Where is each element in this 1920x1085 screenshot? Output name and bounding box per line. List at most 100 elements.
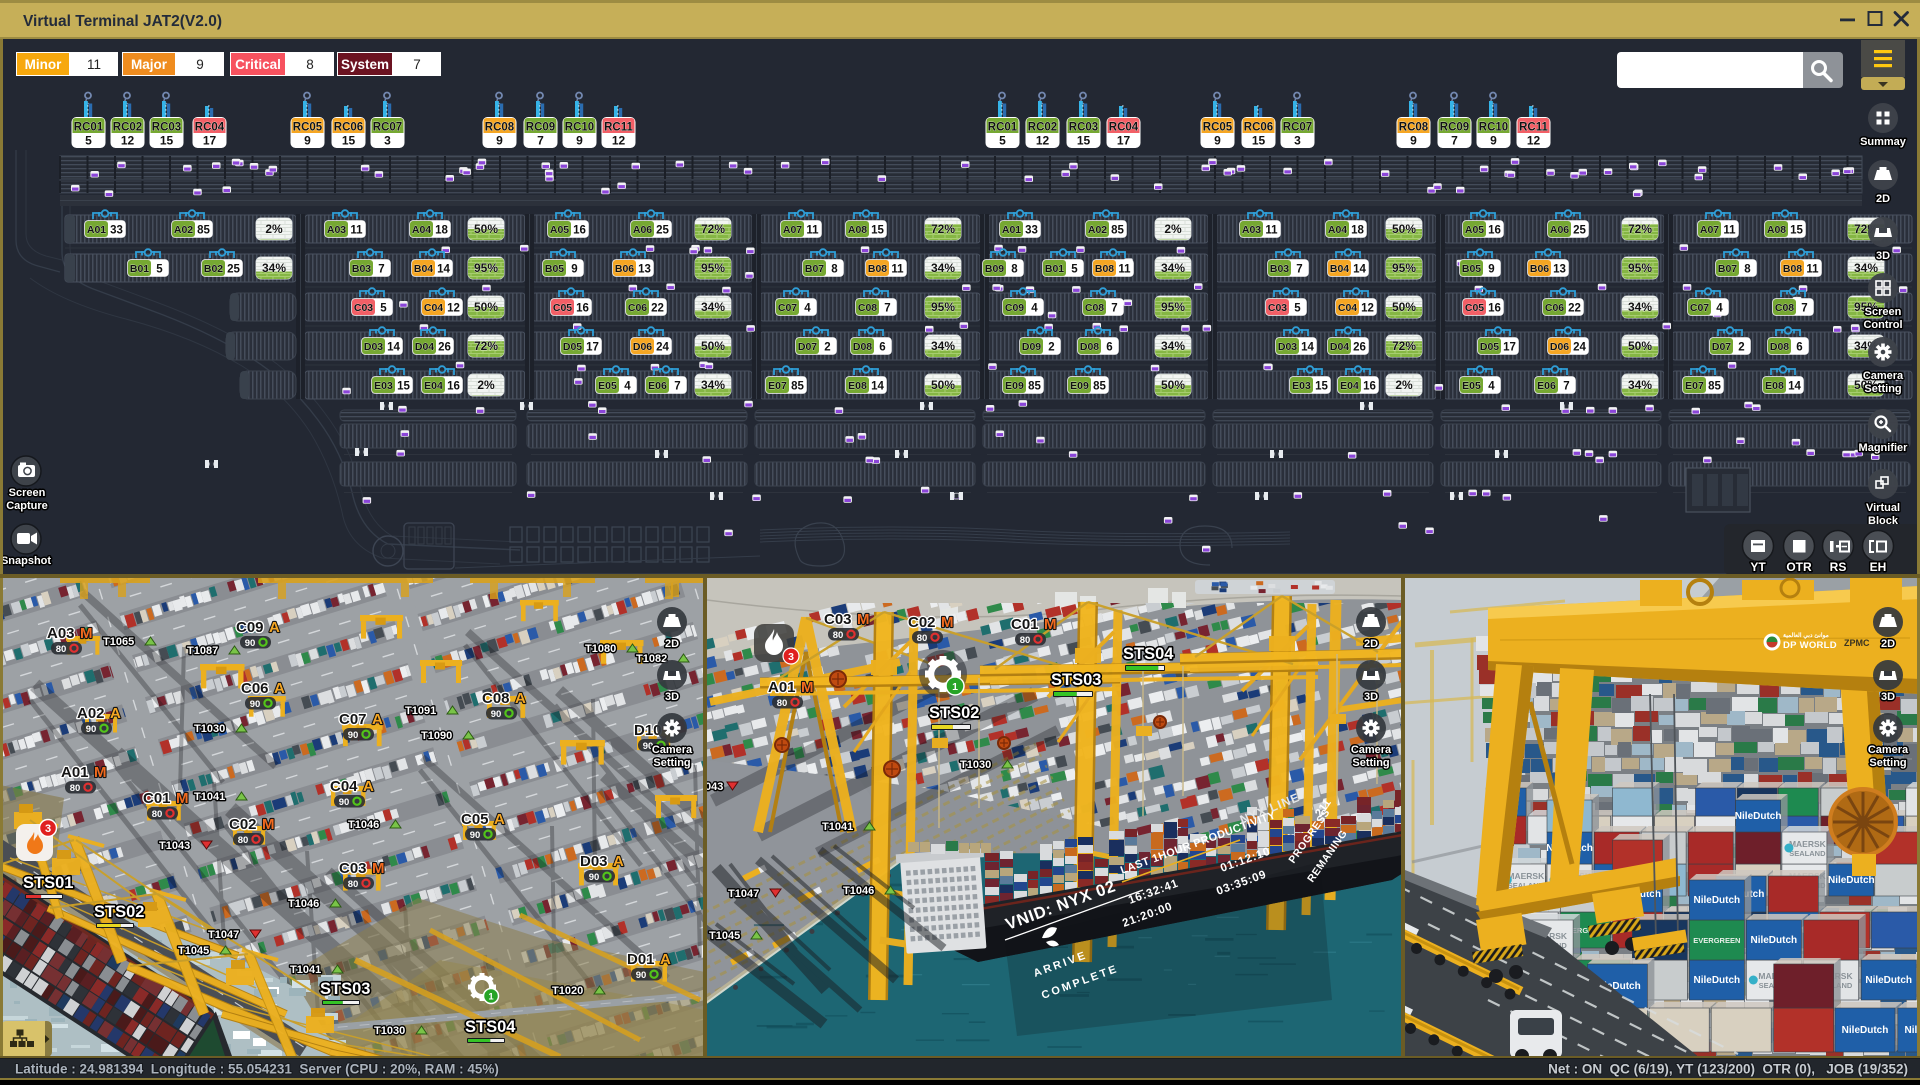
svg-text:A05: A05 <box>550 224 569 236</box>
svg-text:T1030: T1030 <box>374 1025 405 1037</box>
svg-text:RS: RS <box>1830 560 1847 574</box>
svg-text:6: 6 <box>1796 342 1802 354</box>
svg-text:17: 17 <box>1117 134 1131 148</box>
svg-text:15: 15 <box>1790 225 1803 237</box>
svg-text:RC08: RC08 <box>1399 122 1429 134</box>
svg-text:50%: 50% <box>1392 300 1416 314</box>
svg-text:34%: 34% <box>701 378 725 392</box>
svg-text:B05: B05 <box>545 263 564 275</box>
svg-text:B08: B08 <box>868 263 887 275</box>
svg-text:2D: 2D <box>1876 193 1890 205</box>
svg-text:C03: C03 <box>824 611 852 628</box>
svg-text:STS03: STS03 <box>1051 671 1101 689</box>
svg-text:14: 14 <box>871 381 884 393</box>
svg-text:4: 4 <box>1031 303 1038 315</box>
svg-text:85: 85 <box>1093 381 1106 393</box>
svg-text:34%: 34% <box>1854 261 1878 275</box>
svg-text:80: 80 <box>1020 635 1031 646</box>
svg-text:T1030: T1030 <box>194 723 225 735</box>
svg-text:STS03: STS03 <box>320 980 370 998</box>
svg-text:12: 12 <box>1036 134 1050 148</box>
svg-text:14: 14 <box>387 342 400 354</box>
svg-text:3: 3 <box>1294 134 1301 148</box>
svg-text:T1041: T1041 <box>194 791 225 803</box>
svg-text:14: 14 <box>1301 342 1314 354</box>
svg-text:A: A <box>494 811 505 828</box>
svg-text:D04: D04 <box>1330 341 1349 353</box>
svg-text:85: 85 <box>1028 381 1041 393</box>
svg-text:16: 16 <box>576 303 589 315</box>
svg-text:33: 33 <box>1025 225 1038 237</box>
svg-text:T1046: T1046 <box>843 885 874 897</box>
svg-text:STS04: STS04 <box>465 1018 516 1036</box>
svg-text:90: 90 <box>470 830 481 841</box>
svg-text:5: 5 <box>1294 303 1301 315</box>
svg-text:2D: 2D <box>1881 638 1895 650</box>
svg-text:Setting: Setting <box>653 757 690 769</box>
svg-text:7: 7 <box>1111 303 1117 315</box>
svg-text:15: 15 <box>397 381 410 393</box>
svg-text:C07: C07 <box>339 711 367 728</box>
svg-text:M: M <box>80 625 93 642</box>
svg-text:Camera: Camera <box>652 744 693 756</box>
svg-text:7: 7 <box>1296 264 1302 276</box>
svg-text:E08: E08 <box>1765 380 1784 392</box>
svg-text:RC01: RC01 <box>988 122 1018 134</box>
svg-text:T1091: T1091 <box>405 705 436 717</box>
svg-text:9: 9 <box>304 134 311 148</box>
svg-text:3: 3 <box>384 134 391 148</box>
svg-text:NileDutch: NileDutch <box>1828 875 1875 886</box>
svg-text:Virtual: Virtual <box>1866 502 1900 514</box>
svg-text:Camera: Camera <box>1351 744 1392 756</box>
svg-text:6: 6 <box>1106 342 1112 354</box>
svg-text:YT: YT <box>1750 560 1766 574</box>
svg-text:90: 90 <box>636 970 647 981</box>
svg-text:8: 8 <box>1744 264 1751 276</box>
svg-text:B05: B05 <box>1462 263 1481 275</box>
svg-text:NileDutch: NileDutch <box>1750 935 1797 946</box>
svg-text:A05: A05 <box>1465 224 1484 236</box>
svg-text:25: 25 <box>656 225 669 237</box>
svg-text:90: 90 <box>339 797 350 808</box>
svg-text:11: 11 <box>1118 264 1131 276</box>
svg-text:B09: B09 <box>985 263 1004 275</box>
svg-text:System: System <box>341 57 389 72</box>
svg-text:72%: 72% <box>1628 222 1652 236</box>
svg-text:34%: 34% <box>262 261 286 275</box>
svg-text:A02: A02 <box>77 705 105 722</box>
svg-text:Critical: Critical <box>235 57 281 72</box>
svg-text:25: 25 <box>1573 225 1586 237</box>
svg-text:18: 18 <box>435 225 448 237</box>
svg-text:7: 7 <box>1563 381 1569 393</box>
svg-text:Summay: Summay <box>1860 136 1907 148</box>
svg-text:D07: D07 <box>1712 341 1731 353</box>
svg-text:9: 9 <box>1488 264 1494 276</box>
svg-text:5: 5 <box>156 264 163 276</box>
svg-text:C09: C09 <box>1005 302 1024 314</box>
svg-text:5: 5 <box>999 134 1006 148</box>
svg-text:A04: A04 <box>1328 224 1347 236</box>
svg-text:T1043: T1043 <box>159 840 190 852</box>
svg-text:2: 2 <box>824 342 830 354</box>
svg-text:A02: A02 <box>174 224 193 236</box>
svg-text:12: 12 <box>612 134 626 148</box>
svg-text:1: 1 <box>488 992 494 1003</box>
svg-text:A04: A04 <box>412 224 431 236</box>
svg-text:90: 90 <box>250 699 261 710</box>
svg-text:7: 7 <box>378 264 384 276</box>
svg-text:2%: 2% <box>1395 378 1413 392</box>
svg-text:E03: E03 <box>374 380 393 392</box>
svg-text:T1041: T1041 <box>822 821 853 833</box>
svg-text:T1047: T1047 <box>728 888 759 900</box>
svg-text:5: 5 <box>85 134 92 148</box>
svg-text:B07: B07 <box>805 263 824 275</box>
svg-text:MAERSK: MAERSK <box>1507 871 1545 881</box>
svg-text:6: 6 <box>879 342 885 354</box>
svg-text:T1046: T1046 <box>348 819 379 831</box>
svg-text:90: 90 <box>245 638 256 649</box>
svg-text:STS04: STS04 <box>1123 645 1174 663</box>
svg-text:4: 4 <box>1716 303 1723 315</box>
svg-text:C03: C03 <box>354 302 373 314</box>
svg-text:8: 8 <box>1011 264 1018 276</box>
svg-text:STS01: STS01 <box>23 874 73 892</box>
